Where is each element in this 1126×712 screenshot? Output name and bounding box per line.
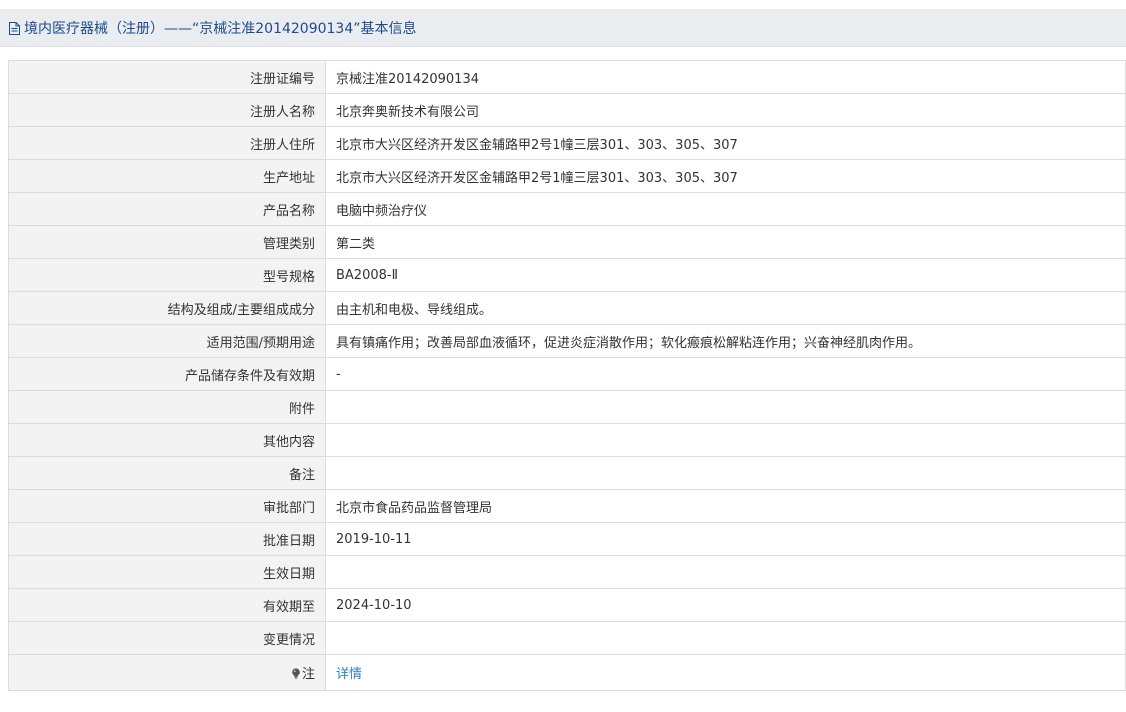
row-label: 注册人名称 [8, 93, 326, 127]
row-value: 电脑中频治疗仪 [325, 192, 1126, 226]
row-label: 生产地址 [8, 159, 326, 193]
lightbulb-icon [291, 668, 301, 679]
row-value: 第二类 [325, 225, 1126, 259]
table-row: 结构及组成/主要组成成分 由主机和电极、导线组成。 [8, 291, 1126, 325]
table-row: 注册人住所 北京市大兴区经济开发区金辅路甲2号1幢三层301、303、305、30… [8, 126, 1126, 160]
row-label: 管理类别 [8, 225, 326, 259]
table-row: 审批部门 北京市食品药品监督管理局 [8, 489, 1126, 523]
table-row: 其他内容 [8, 423, 1126, 457]
document-icon [8, 21, 21, 36]
row-value [325, 423, 1126, 457]
table-row: 型号规格 BA2008-Ⅱ [8, 258, 1126, 292]
page-title: 境内医疗器械（注册）——“京械注准20142090134”基本信息 [24, 20, 417, 37]
note-value-cell: 详情 [325, 654, 1126, 691]
table-row: 适用范围/预期用途 具有镇痛作用；改善局部血液循环，促进炎症消散作用；软化瘢痕松解… [8, 324, 1126, 358]
row-label: 批准日期 [8, 522, 326, 556]
row-value: 北京奔奥新技术有限公司 [325, 93, 1126, 127]
table-row: 产品名称 电脑中频治疗仪 [8, 192, 1126, 226]
note-label-cell: 注 [8, 654, 326, 691]
note-label: 注 [301, 667, 315, 682]
row-value: 2024-10-10 [325, 588, 1126, 622]
row-label: 变更情况 [8, 621, 326, 655]
row-value [325, 456, 1126, 490]
page-header: 境内医疗器械（注册）——“京械注准20142090134”基本信息 [0, 9, 1126, 47]
table-row: 产品储存条件及有效期 - [8, 357, 1126, 391]
row-value: 北京市食品药品监督管理局 [325, 489, 1126, 523]
row-value [325, 621, 1126, 655]
row-label: 适用范围/预期用途 [8, 324, 326, 358]
table-row: 管理类别 第二类 [8, 225, 1126, 259]
row-value [325, 555, 1126, 589]
row-label: 注册证编号 [8, 60, 326, 94]
row-label: 产品名称 [8, 192, 326, 226]
row-label: 其他内容 [8, 423, 326, 457]
table-row: 注册证编号 京械注准20142090134 [8, 60, 1126, 94]
row-label: 附件 [8, 390, 326, 424]
row-value: 2019-10-11 [325, 522, 1126, 556]
table-row: 生产地址 北京市大兴区经济开发区金辅路甲2号1幢三层301、303、305、307 [8, 159, 1126, 193]
page: 境内医疗器械（注册）——“京械注准20142090134”基本信息 注册证编号京… [0, 0, 1126, 712]
detail-link[interactable]: 详情 [336, 667, 362, 682]
row-value: 由主机和电极、导线组成。 [325, 291, 1126, 325]
note-row: 注 详情 [8, 654, 1126, 691]
table-row: 附件 [8, 390, 1126, 424]
row-label: 备注 [8, 456, 326, 490]
row-label: 注册人住所 [8, 126, 326, 160]
row-label: 型号规格 [8, 258, 326, 292]
table-row: 批准日期 2019-10-11 [8, 522, 1126, 556]
row-label: 有效期至 [8, 588, 326, 622]
table-row: 备注 [8, 456, 1126, 490]
row-label: 结构及组成/主要组成成分 [8, 291, 326, 325]
row-value: - [325, 357, 1126, 391]
table-row: 生效日期 [8, 555, 1126, 589]
table-row: 注册人名称 北京奔奥新技术有限公司 [8, 93, 1126, 127]
row-value: 具有镇痛作用；改善局部血液循环，促进炎症消散作用；软化瘢痕松解粘连作用；兴奋神经… [325, 324, 1126, 358]
row-value: BA2008-Ⅱ [325, 258, 1126, 292]
row-label: 产品储存条件及有效期 [8, 357, 326, 391]
row-value: 北京市大兴区经济开发区金辅路甲2号1幢三层301、303、305、307 [325, 159, 1126, 193]
row-label: 审批部门 [8, 489, 326, 523]
row-value: 京械注准20142090134 [325, 60, 1126, 94]
info-table-body: 注册证编号 京械注准20142090134 注册人名称 北京奔奥新技术有限公司 注册… [8, 60, 1126, 691]
table-row: 有效期至 2024-10-10 [8, 588, 1126, 622]
info-table: 注册证编号 京械注准20142090134 注册人名称 北京奔奥新技术有限公司 注册… [8, 60, 1126, 691]
row-value: 北京市大兴区经济开发区金辅路甲2号1幢三层301、303、305、307 [325, 126, 1126, 160]
row-value [325, 390, 1126, 424]
row-label: 生效日期 [8, 555, 326, 589]
table-row: 变更情况 [8, 621, 1126, 655]
